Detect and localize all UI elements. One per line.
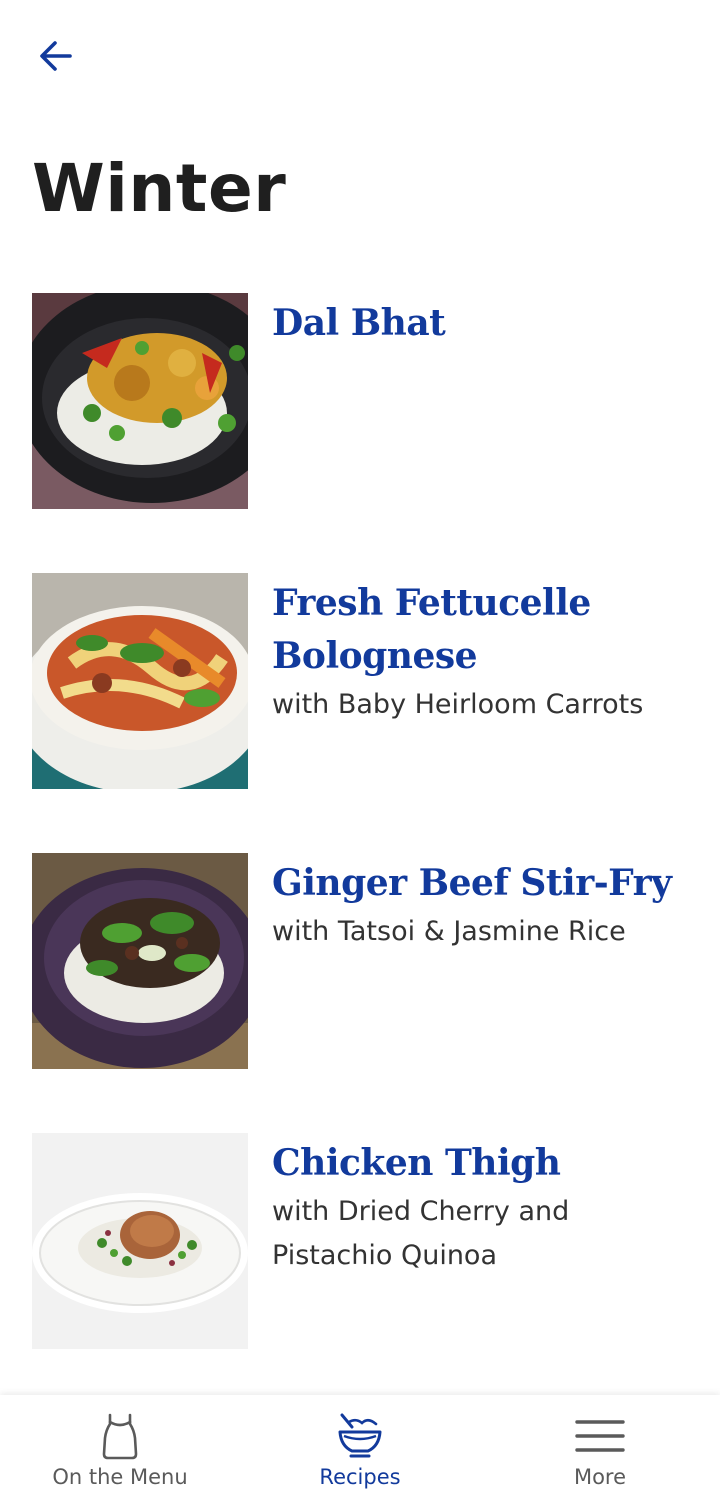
nav-item-on-the-menu[interactable]: On the Menu bbox=[0, 1395, 240, 1507]
recipe-text: Fresh Fettucelle Bolognese with Baby Hei… bbox=[272, 577, 682, 727]
recipe-image bbox=[32, 573, 248, 789]
recipe-text: Ginger Beef Stir-Fry with Tatsoi & Jasmi… bbox=[272, 857, 682, 954]
menu-icon bbox=[570, 1409, 630, 1463]
recipe-item-ginger-beef-stir-fry[interactable]: Ginger Beef Stir-Fry with Tatsoi & Jasmi… bbox=[32, 853, 692, 1069]
recipe-title: Ginger Beef Stir-Fry bbox=[272, 862, 672, 904]
nav-label: More bbox=[573, 1465, 627, 1489]
recipes-season-screen: Winter Dal Bhat Fresh Fettucelle Bologne… bbox=[0, 0, 720, 1507]
recipe-subtitle: with Baby Heirloom Carrots bbox=[272, 689, 644, 720]
recipe-image bbox=[32, 1133, 248, 1349]
bowl-icon bbox=[330, 1409, 390, 1463]
recipe-item-chicken-thigh[interactable]: Chicken Thigh with Dried Cherry and Pist… bbox=[32, 1133, 692, 1349]
nav-label: On the Menu bbox=[52, 1465, 188, 1489]
recipe-text: Chicken Thigh with Dried Cherry and Pist… bbox=[272, 1137, 682, 1278]
back-button[interactable] bbox=[28, 28, 84, 84]
recipe-title: Dal Bhat bbox=[272, 302, 446, 344]
recipe-item-fettucelle-bolognese[interactable]: Fresh Fettucelle Bolognese with Baby Hei… bbox=[32, 573, 692, 789]
recipe-title: Fresh Fettucelle Bolognese bbox=[272, 582, 591, 677]
recipe-subtitle: with Tatsoi & Jasmine Rice bbox=[272, 916, 626, 947]
recipe-subtitle: with Dried Cherry and Pistachio Quinoa bbox=[272, 1196, 570, 1271]
recipe-image bbox=[32, 853, 248, 1069]
nav-item-recipes[interactable]: Recipes bbox=[240, 1395, 480, 1507]
page-title: Winter bbox=[32, 150, 287, 227]
recipe-title: Chicken Thigh bbox=[272, 1142, 561, 1184]
nav-item-more[interactable]: More bbox=[480, 1395, 720, 1507]
recipe-text: Dal Bhat bbox=[272, 297, 682, 350]
arrow-left-icon bbox=[40, 41, 72, 71]
apron-icon bbox=[90, 1409, 150, 1463]
recipe-item-dal-bhat[interactable]: Dal Bhat bbox=[32, 293, 692, 509]
recipe-image bbox=[32, 293, 248, 509]
bottom-nav: On the Menu Recipes More bbox=[0, 1395, 720, 1507]
nav-label: Recipes bbox=[319, 1465, 401, 1489]
